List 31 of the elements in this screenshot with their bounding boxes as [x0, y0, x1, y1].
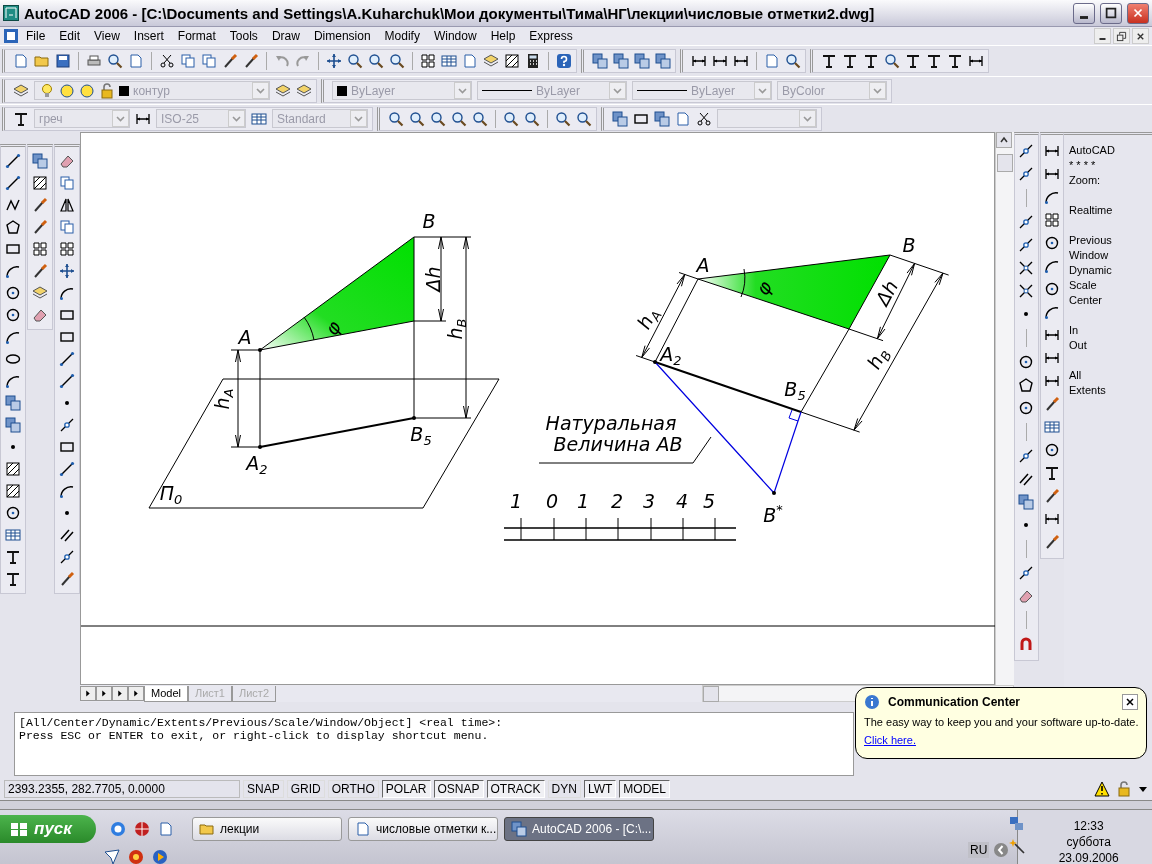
drawing-label: Величина АВ [553, 434, 683, 454]
clock-weekday: суббота [1066, 835, 1111, 849]
drawing-label: 4 [675, 491, 689, 511]
drawing-label: B$_{5}$ [410, 424, 432, 448]
command-line: Press ESC or ENTER to exit, or right-click to display shortcut menu. [19, 729, 490, 742]
window-title: AutoCAD 2006 - [C:\Documents and Settings\A.Kuharchuk\Мои документы\Тима\НГ\лекции\числовые отметки2.dwg] [24, 4, 876, 22]
drawing-label: Натуральная [545, 413, 677, 433]
drawing-label: 0 [545, 491, 559, 511]
drawing-label: B [422, 211, 436, 231]
drawing-label: 1 [509, 491, 523, 511]
drawing-label: 2 [610, 491, 624, 511]
drawing-label: A [696, 255, 710, 275]
drawing-label: П$_{0}$ [159, 483, 183, 507]
drawing-label: B$^{*}$ [763, 503, 783, 525]
drawing-label: φ [752, 277, 776, 299]
drawing-label: 5 [702, 491, 716, 511]
drawing-label: B [902, 235, 916, 255]
drawing-label: 1 [576, 491, 590, 511]
drawing-label: φ [321, 317, 345, 339]
drawing-label: Δh [423, 266, 443, 292]
command-line: [All/Center/Dynamic/Extents/Previous/Scale/Window/Object] <real time>: [19, 716, 504, 729]
drawing-label: 3 [642, 491, 656, 511]
drawing-label: A$_{2}$ [246, 453, 268, 477]
notification-title: Communication Center [888, 695, 1020, 709]
drawing-label: A [238, 327, 252, 347]
coordinates-display: 2393.2355, 282.7705, 0.0000 [4, 780, 240, 798]
drawing-label: Δh [872, 277, 902, 309]
clock-date: 23.09.2006 [1058, 851, 1119, 864]
drawing-label: A$_{2}$ [660, 344, 682, 368]
notification-message: The easy way to keep you and your software up-to-date. [864, 716, 1138, 728]
drawing-label: B$_{5}$ [784, 379, 806, 403]
